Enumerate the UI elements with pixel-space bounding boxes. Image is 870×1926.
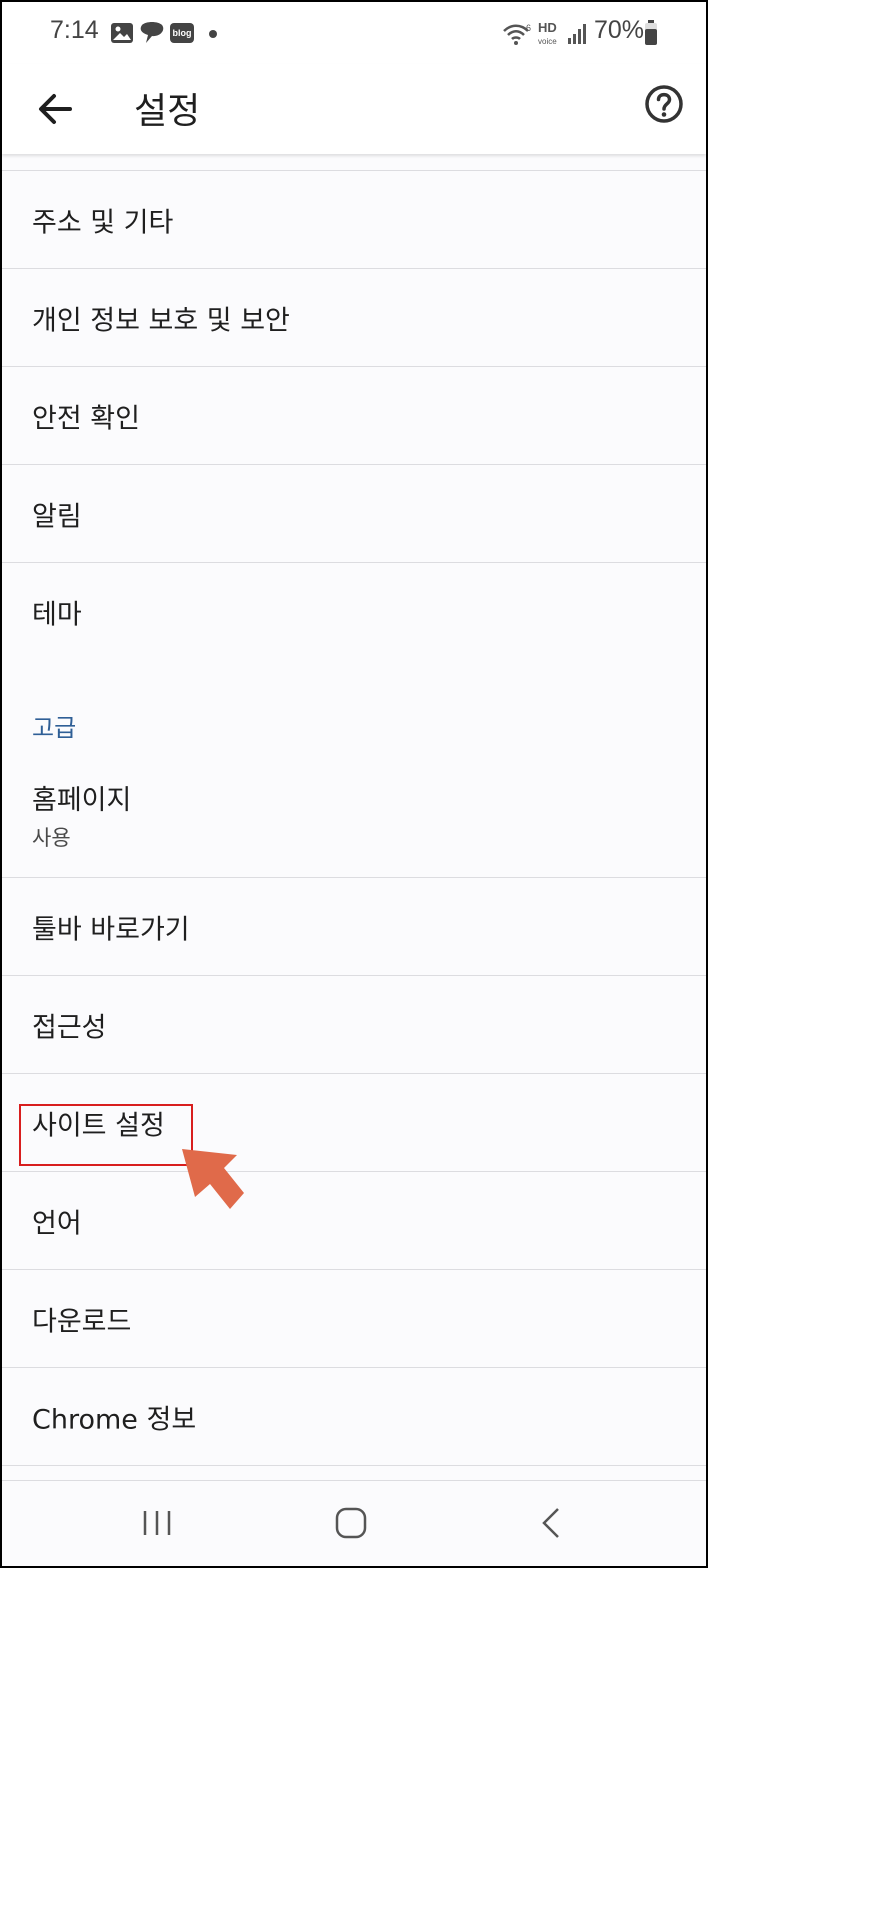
settings-item-label: 테마 [32,599,82,630]
settings-item-label: 언어 [32,1208,82,1239]
settings-item-label: 안전 확인 [32,403,140,434]
highlight-box [19,1104,193,1166]
status-bar: 7:14 blog 6 HD voice 70% [2,2,706,64]
settings-item-label: 개인 정보 보호 및 보안 [32,305,290,336]
settings-item-label: 툴바 바로가기 [32,914,190,945]
settings-item-label: 알림 [32,501,82,532]
wifi-6-label: 6 [526,23,531,33]
nav-back-icon[interactable] [532,1503,572,1543]
voice-label: voice [538,37,557,46]
section-header-advanced: 고급 [2,660,706,750]
help-icon[interactable] [644,84,684,124]
settings-item-homepage[interactable]: 홈페이지 사용 [2,750,706,878]
settings-item-label: 홈페이지 [32,785,132,816]
notification-dot-icon [209,30,217,38]
settings-item-address[interactable]: 주소 및 기타 [2,171,706,269]
hd-label: HD [538,20,557,35]
talk-icon [140,22,164,43]
settings-item-notifications[interactable]: 알림 [2,465,706,563]
settings-item-label: 접근성 [32,1012,107,1043]
home-icon[interactable] [332,1503,372,1543]
settings-item-languages[interactable]: 언어 [2,1172,706,1270]
settings-item-label: Chrome 정보 [32,1404,197,1435]
phone-screen: 7:14 blog 6 HD voice 70% 설정 주소 및 기타 개인 정… [0,0,708,1568]
settings-list: 주소 및 기타 개인 정보 보호 및 보안 안전 확인 알림 테마 고급 홈페이… [2,170,706,1466]
battery-icon [645,20,657,45]
status-time: 7:14 [50,16,99,44]
settings-item-safety-check[interactable]: 안전 확인 [2,367,706,465]
settings-item-downloads[interactable]: 다운로드 [2,1270,706,1368]
blog-icon: blog [170,23,194,43]
settings-item-theme[interactable]: 테마 [2,563,706,660]
settings-item-privacy[interactable]: 개인 정보 보호 및 보안 [2,269,706,367]
app-bar: 설정 [2,64,706,154]
gallery-icon [111,23,133,43]
recent-apps-icon[interactable] [137,1503,177,1543]
settings-item-label: 다운로드 [32,1306,132,1337]
signal-icon [568,24,586,44]
back-arrow-icon[interactable] [32,86,78,132]
system-nav-bar [2,1480,706,1566]
settings-item-summary: 사용 [32,826,71,850]
battery-percent: 70% [593,16,644,44]
wifi-icon: 6 [503,23,531,45]
settings-item-about-chrome[interactable]: Chrome 정보 [2,1368,706,1466]
section-header-label: 고급 [32,714,77,742]
settings-item-label: 주소 및 기타 [32,207,174,238]
settings-item-toolbar-shortcut[interactable]: 툴바 바로가기 [2,878,706,976]
page-title: 설정 [134,91,201,132]
settings-item-accessibility[interactable]: 접근성 [2,976,706,1074]
hd-voice-icon: HD voice [538,20,557,48]
pointer-arrow-icon [182,1149,244,1209]
